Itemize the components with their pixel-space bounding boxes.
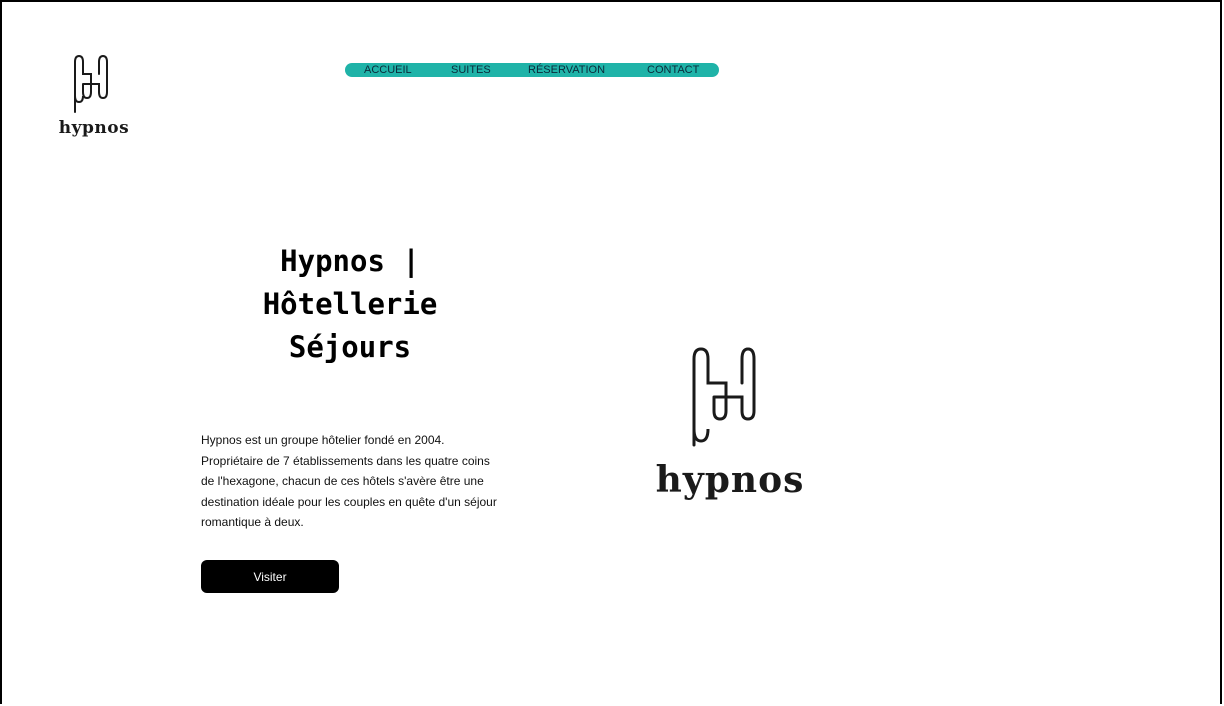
nav-item-accueil[interactable]: ACCUEIL xyxy=(364,63,412,77)
hero-title-line: Séjours xyxy=(288,330,412,364)
hero-description-line: romantique à deux. xyxy=(201,515,304,530)
brand-logo-hero: hypnos xyxy=(650,345,810,515)
hero-description-line: de l'hexagone, chacun de ces hôtels s'av… xyxy=(201,474,484,489)
hero-description: Hypnos est un groupe hôtelier fondé en 2… xyxy=(201,430,521,533)
hero-description-line: Propriétaire de 7 établissements dans le… xyxy=(201,453,490,468)
hero-description-line: destination idéale pour les couples en q… xyxy=(201,494,497,509)
brand-wordmark-large: hypnos xyxy=(655,459,805,501)
main-nav: ACCUEIL SUITES RÉSERVATION CONTACT xyxy=(345,63,719,77)
nav-item-contact[interactable]: CONTACT xyxy=(647,63,699,77)
page-frame xyxy=(0,0,1222,704)
hypnos-h-monogram-icon xyxy=(692,347,756,447)
hero-title-line: Hypnos | xyxy=(280,244,420,278)
brand-wordmark: hypnos xyxy=(58,118,130,138)
hypnos-h-monogram-icon xyxy=(74,54,108,113)
brand-logo-header[interactable]: hypnos xyxy=(54,52,134,144)
nav-item-reservation[interactable]: RÉSERVATION xyxy=(528,63,605,77)
hero-title: Hypnos | Hôtellerie Séjours xyxy=(200,240,500,369)
hero-description-line: Hypnos est un groupe hôtelier fondé en 2… xyxy=(201,433,445,447)
nav-item-suites[interactable]: SUITES xyxy=(451,63,491,77)
visit-button[interactable]: Visiter xyxy=(201,560,339,593)
hero-title-line: Hôtellerie xyxy=(262,287,438,321)
